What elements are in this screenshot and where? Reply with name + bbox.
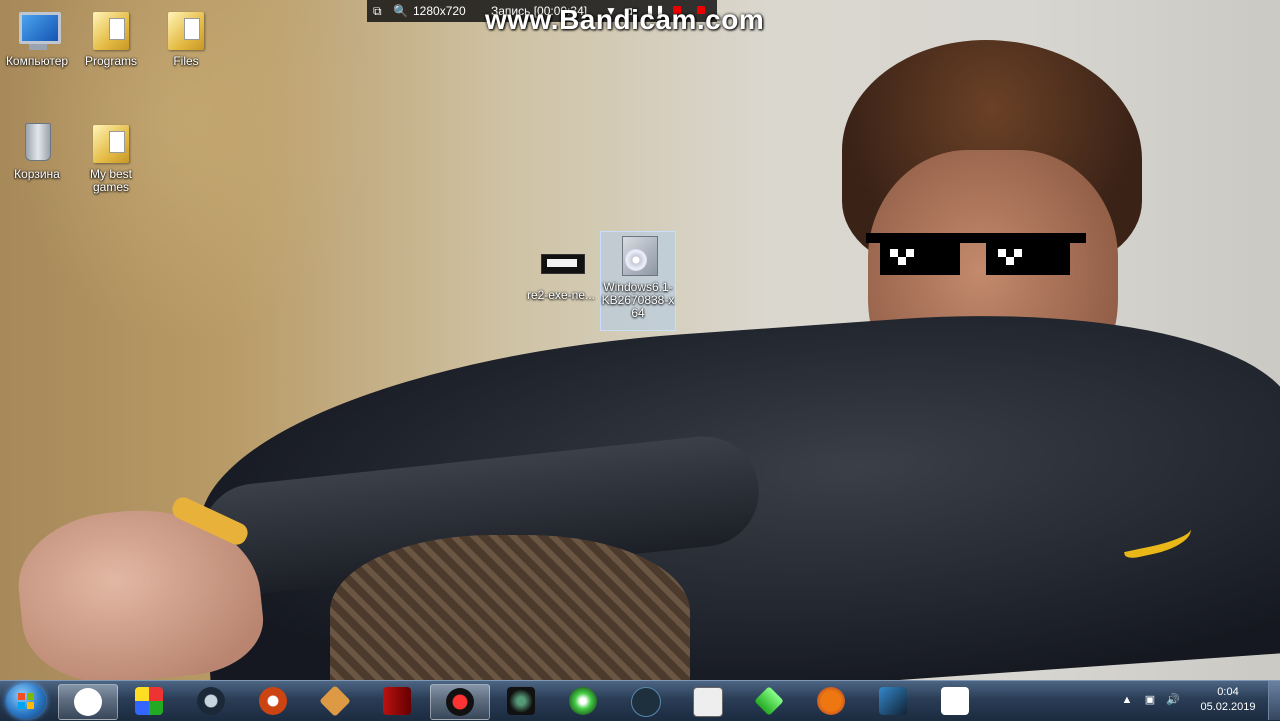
taskbar-button-star-app[interactable] [306,684,364,718]
taskbar-button-yandex-browser[interactable] [58,684,118,720]
installer-package-icon [622,236,658,276]
alien-icon [507,687,535,715]
clock-time: 0:04 [1217,686,1239,698]
folder-icon [168,12,204,50]
taskbar-button-bandicam[interactable] [430,684,490,720]
desktop-icon-label: Компьютер [5,54,69,68]
wot-icon [259,687,287,715]
nox-icon [631,687,661,717]
desktop-icon-programs[interactable]: Programs [74,6,148,68]
anarchy-icon [941,687,969,715]
taskbar-button-anarchy-app[interactable] [926,684,984,718]
chevron-up-icon[interactable]: ▲ [1120,693,1134,707]
taskbar-button-alien-game[interactable] [492,684,550,718]
desktop-icon-label: Files [173,54,199,68]
taskbar-button-game-cover[interactable] [864,684,922,718]
desktop-icon-label: re2-exe-ne... [526,288,596,302]
yandex-icon [74,688,102,716]
bandicam-watermark: www.Bandicam.com [485,4,765,35]
desktop-icon-windows-update-package[interactable]: Windows6.1-KB2670838-x64 [600,231,676,331]
taskbar-button-red-game[interactable] [368,684,426,718]
desktop[interactable]: Компьютер Programs Files Корзина My best… [0,0,1280,680]
desktop-icon-my-best-games[interactable]: My best games [74,119,148,194]
taskbar-button-rubiks-cube[interactable] [120,684,178,718]
recycle-bin-icon [25,123,51,161]
taskbar-button-steam[interactable] [182,684,240,718]
recording-resolution: 1280x720 [413,4,466,18]
rubiks-cube-icon [135,687,163,715]
folder-icon [93,125,129,163]
taskbar [0,680,1280,721]
volume-icon[interactable]: 🔊 [1166,693,1180,707]
desktop-icon-label: My best games [89,167,132,194]
network-icon[interactable]: ▣ [1143,693,1157,707]
show-desktop-button[interactable] [1268,681,1280,720]
taskbar-button-sims[interactable] [740,684,798,718]
sims-icon [754,686,784,716]
green-disc-icon [569,687,597,715]
desktop-icon-label: Windows6.1-KB2670838-x64 [601,280,675,320]
zoom-icon[interactable]: 🔍 [393,0,408,22]
desktop-icon-computer[interactable]: Компьютер [0,6,74,68]
taskbar-button-basketball-game[interactable] [802,684,860,718]
windows-logo-icon [18,693,34,709]
window-mode-icon[interactable]: ⧉ [373,0,382,22]
computer-icon [19,12,61,44]
star-icon [319,685,351,717]
taskbar-button-world-of-tanks[interactable] [244,684,302,718]
desktop-icon-label: Programs [84,54,137,68]
desktop-icon-label: Корзина [14,167,60,181]
desktop-icon-re2-exe[interactable]: re2-exe-ne... [524,240,598,302]
tray-clock[interactable]: 0:04 05.02.2019 [1195,685,1261,715]
wallpaper-chair [330,535,690,680]
notepad-icon [693,687,723,717]
basketball-icon [817,687,845,715]
taskbar-button-nox[interactable] [616,684,674,718]
desktop-icon-recycle-bin[interactable]: Корзина [0,119,74,181]
steam-icon [197,687,225,715]
taskbar-button-notepad-app[interactable] [678,684,736,718]
exe-icon [541,254,585,274]
folder-icon [93,12,129,50]
clock-date: 05.02.2019 [1200,701,1256,713]
taskbar-button-green-disc-app[interactable] [554,684,612,718]
game-cover-icon [879,687,907,715]
desktop-icon-files[interactable]: Files [149,6,223,68]
start-button[interactable] [6,683,46,719]
pixel-sunglasses [866,233,1086,277]
bandicam-icon [446,688,474,716]
red-game-icon [383,687,411,715]
